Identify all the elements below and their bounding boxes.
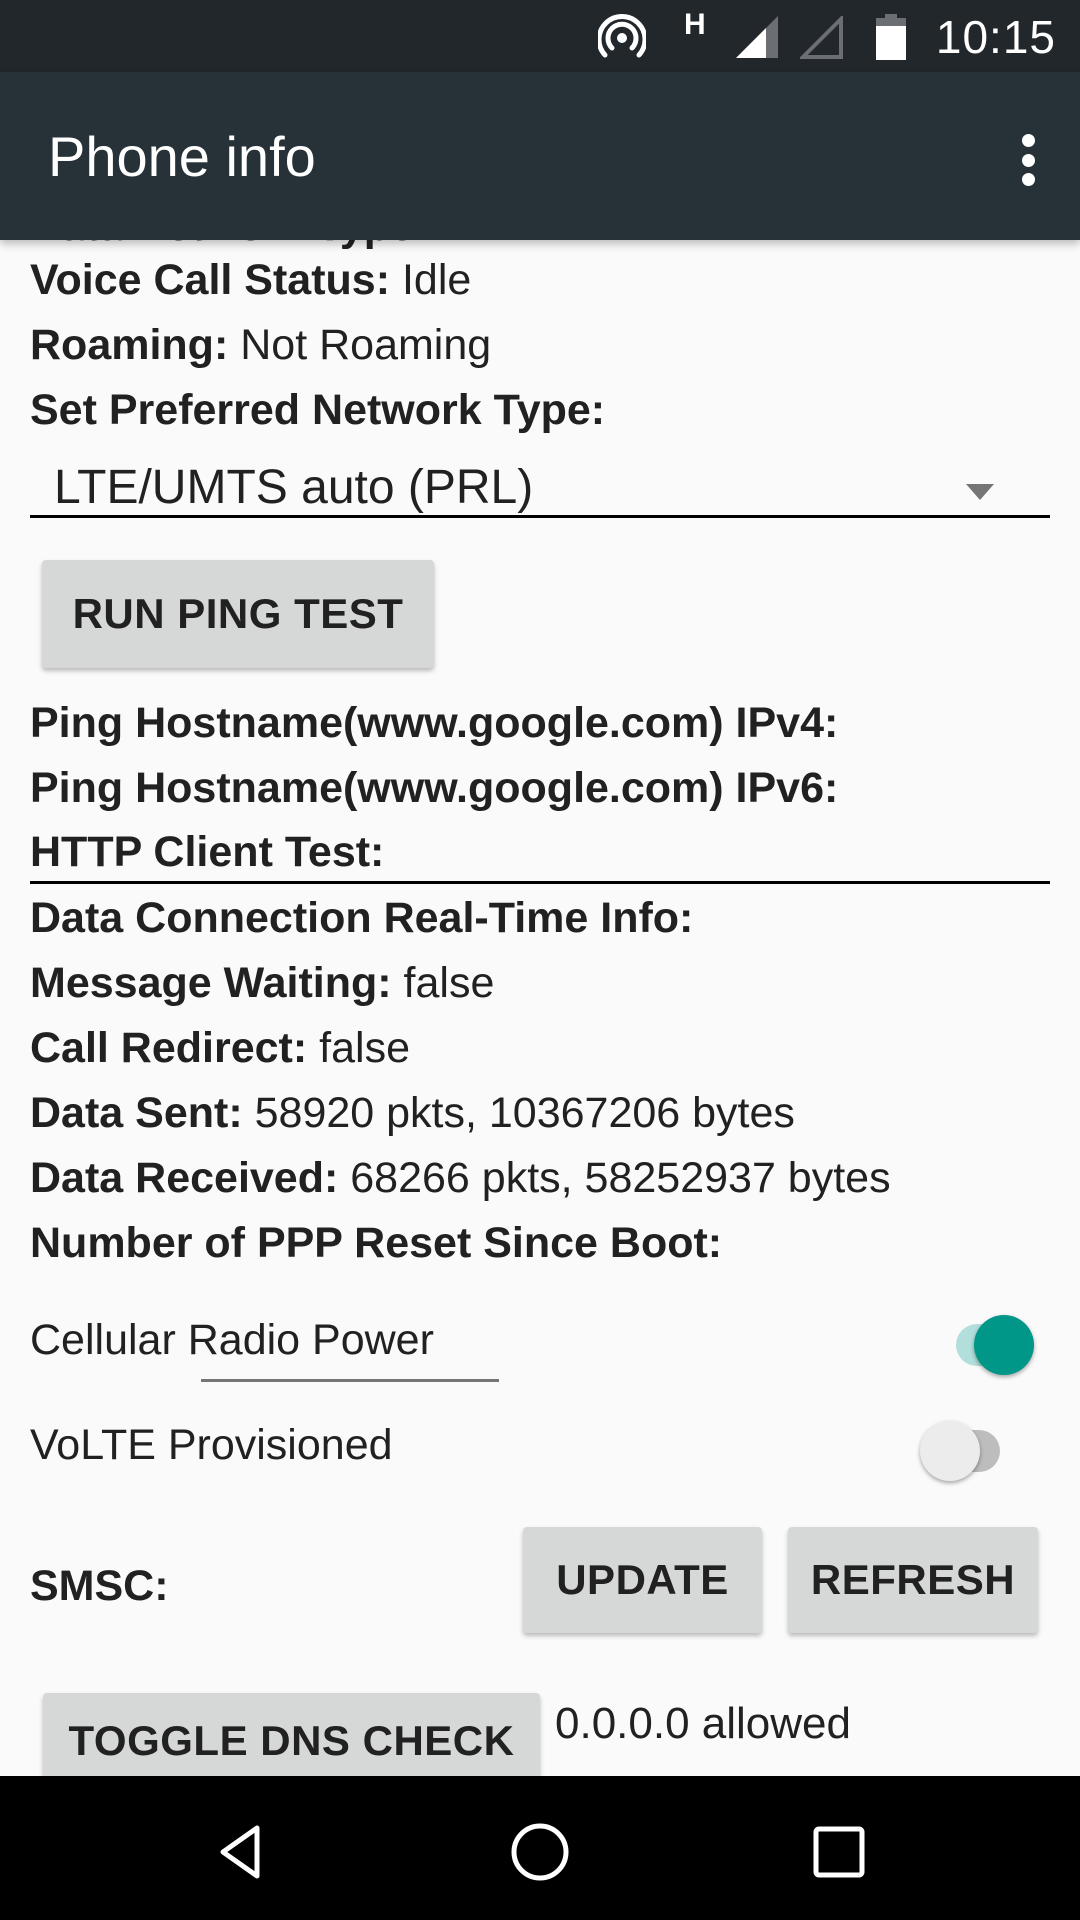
refresh-button[interactable]: REFRESH [788, 1527, 1038, 1633]
update-button[interactable]: UPDATE [523, 1527, 762, 1633]
message-waiting-label: Message Waiting: [30, 959, 392, 1007]
data-sent-label: Data Sent: [30, 1089, 243, 1137]
smsc-input[interactable] [201, 1290, 499, 1382]
dropdown-arrow-icon [966, 484, 994, 500]
data-sent-row: Data Sent: 58920 pkts, 10367206 bytes [30, 1087, 795, 1139]
call-redirect-row: Call Redirect: false [30, 1022, 410, 1074]
data-received-value: 68266 pkts, 58252937 bytes [350, 1154, 891, 1202]
roaming-value: Not Roaming [240, 321, 492, 369]
dns-status: 0.0.0.0 allowed [555, 1699, 851, 1748]
voice-call-status-value: Idle [401, 256, 472, 304]
section-divider [30, 881, 1050, 884]
recents-button[interactable] [799, 1812, 879, 1892]
voice-call-status-label: Voice Call Status: [30, 256, 391, 304]
home-button[interactable] [500, 1812, 580, 1892]
smsc-label: SMSC: [30, 1562, 169, 1610]
ping-ipv4-label: Ping Hostname(www.google.com) IPv4: [30, 699, 839, 747]
network-type-label: H [684, 8, 706, 41]
ping-ipv6-label: Ping Hostname(www.google.com) IPv6: [30, 764, 839, 812]
volte-provisioned-switch[interactable] [920, 1412, 1010, 1481]
http-client-test-row: HTTP Client Test: [30, 826, 384, 878]
signal-strength-icon [736, 16, 778, 58]
hotspot-icon [598, 14, 646, 58]
run-ping-test-button[interactable]: RUN PING TEST [42, 560, 434, 668]
data-connection-realtime-label: Data Connection Real-Time Info: [30, 894, 694, 942]
data-sent-value: 58920 pkts, 10367206 bytes [254, 1089, 795, 1137]
preferred-network-label: Set Preferred Network Type: [30, 386, 606, 434]
message-waiting-row: Message Waiting: false [30, 957, 494, 1009]
http-client-test-label: HTTP Client Test: [30, 828, 385, 876]
volte-provisioned-label: VoLTE Provisioned [30, 1421, 393, 1469]
clock: 10:15 [935, 11, 1056, 63]
ping-ipv4-row: Ping Hostname(www.google.com) IPv4: [30, 697, 838, 749]
back-button[interactable] [201, 1812, 281, 1892]
preferred-network-label-row: Set Preferred Network Type: [30, 384, 605, 436]
signal-empty-icon [800, 16, 843, 59]
cellular-radio-power-switch[interactable] [944, 1306, 1034, 1375]
preferred-network-type-dropdown[interactable]: LTE/UMTS auto (PRL) [30, 456, 1050, 518]
navigation-bar [0, 1776, 1080, 1920]
call-redirect-label: Call Redirect: [30, 1024, 308, 1072]
back-icon [220, 1825, 260, 1879]
page-title: Phone info [48, 125, 316, 188]
message-waiting-value: false [403, 959, 495, 1007]
data-connection-realtime-row: Data Connection Real-Time Info: [30, 892, 693, 944]
data-received-label: Data Received: [30, 1154, 339, 1202]
battery-icon [876, 14, 906, 60]
ppp-reset-label: Number of PPP Reset Since Boot: [30, 1219, 723, 1267]
recents-icon [813, 1826, 865, 1878]
ppp-reset-row: Number of PPP Reset Since Boot: [30, 1217, 722, 1269]
roaming-label: Roaming: [30, 321, 229, 369]
overflow-menu-icon[interactable] [1004, 128, 1052, 192]
data-network-type-row: Data Network Type: [30, 240, 428, 252]
preferred-network-selected: LTE/UMTS auto (PRL) [54, 461, 534, 514]
data-received-row: Data Received: 68266 pkts, 58252937 byte… [30, 1152, 891, 1204]
voice-call-status-row: Voice Call Status: Idle [30, 254, 471, 306]
ping-ipv6-row: Ping Hostname(www.google.com) IPv6: [30, 762, 838, 814]
call-redirect-value: false [319, 1024, 410, 1072]
roaming-row: Roaming: Not Roaming [30, 319, 491, 371]
toggle-dns-check-button[interactable]: TOGGLE DNS CHECK [43, 1693, 540, 1776]
home-icon [511, 1823, 569, 1881]
status-bar: H 10:15 [0, 0, 1080, 72]
phone-info-content[interactable]: Data Network Type: Voice Call Status: Id… [0, 240, 1080, 1776]
app-bar: Phone info [0, 72, 1080, 240]
